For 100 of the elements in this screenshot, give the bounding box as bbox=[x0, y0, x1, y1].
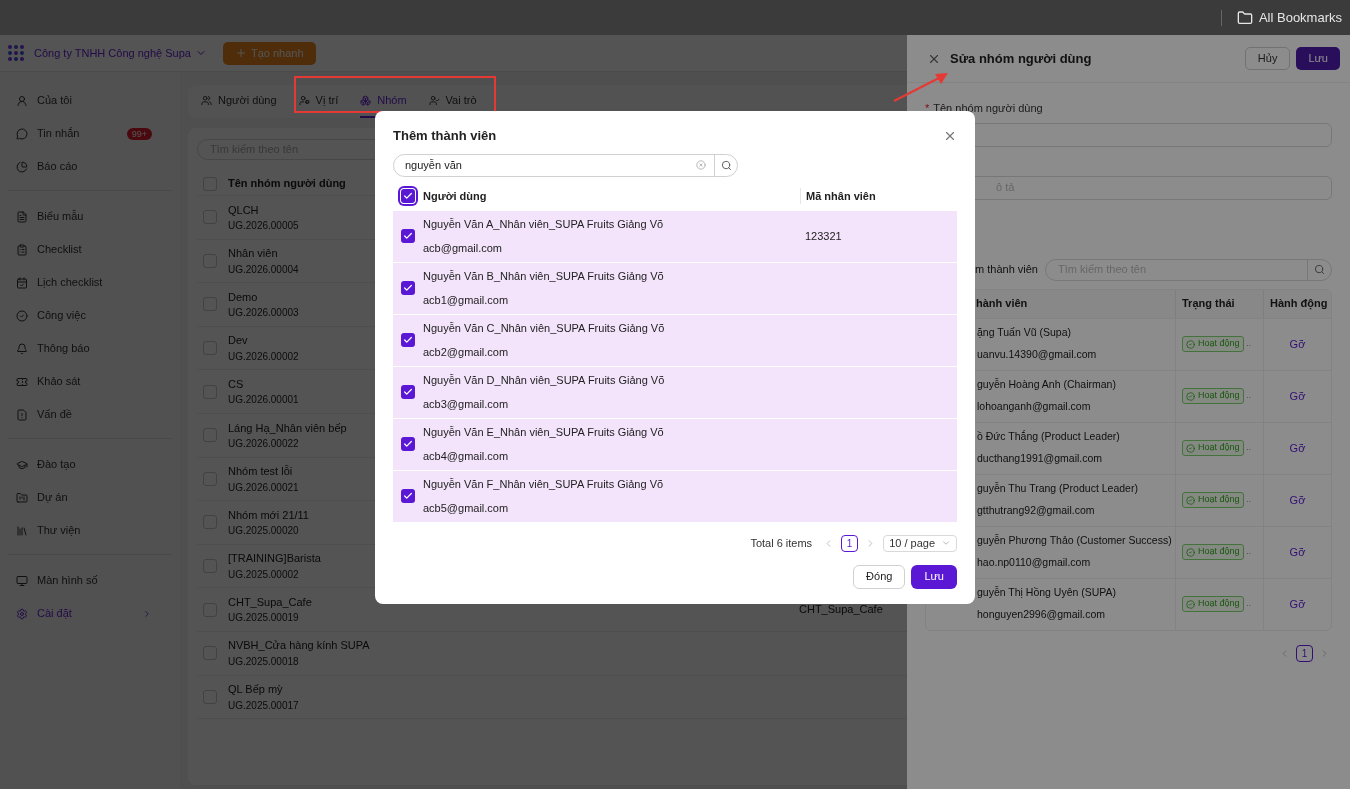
table-cell-text: CHT_Supa_Cafe bbox=[799, 602, 883, 618]
status-more: .. bbox=[1246, 546, 1251, 558]
member-name: ồ Đức Thắng (Product Leader) bbox=[977, 429, 1121, 445]
cancel-button[interactable]: Hủy bbox=[1244, 47, 1291, 70]
sidebar-label: Đào tạo bbox=[37, 457, 77, 473]
bell-icon bbox=[16, 342, 28, 355]
member-row[interactable]: Nguyễn Văn D_Nhân viên_SUPA Fruits Giảng Võ acb3@gmail.com bbox=[393, 365, 957, 418]
group-name: CS bbox=[228, 376, 244, 392]
status-tag: Hoạt động bbox=[1182, 388, 1244, 404]
quick-create-button[interactable]: Tạo nhanh bbox=[222, 41, 316, 65]
user-email: acb3@gmail.com bbox=[423, 396, 510, 412]
page-button[interactable]: 1 bbox=[1296, 644, 1313, 662]
sidebar-item[interactable]: Công việc bbox=[8, 299, 172, 332]
status-tag: Hoạt động bbox=[1182, 492, 1244, 508]
close-button[interactable]: Đóng bbox=[853, 564, 906, 589]
folder-icon bbox=[1236, 9, 1253, 26]
group-code: UG.2025.00002 bbox=[228, 567, 299, 582]
group-name: Dev bbox=[228, 333, 248, 349]
sidebar-label: Lịch checklist bbox=[37, 275, 104, 291]
sidebar-item[interactable]: Khảo sát bbox=[8, 365, 172, 398]
remove-link[interactable]: Gỡ bbox=[1289, 335, 1306, 353]
tab[interactable]: Vai trò bbox=[428, 85, 477, 118]
checkbox[interactable] bbox=[401, 489, 415, 503]
sidebar-item[interactable]: Thư viện bbox=[8, 514, 172, 547]
users-icon bbox=[201, 95, 212, 106]
check-circle-icon bbox=[1186, 495, 1195, 505]
annotation-arrow bbox=[893, 72, 949, 102]
sidebar-item[interactable]: Thông báo bbox=[8, 332, 172, 365]
group-name: [TRAINING]Barista bbox=[228, 551, 321, 567]
member-name: guyễn Hoàng Anh (Chairman) bbox=[977, 377, 1117, 393]
remove-link[interactable]: Gỡ bbox=[1289, 595, 1306, 613]
sidebar-item[interactable]: Của tôi bbox=[8, 84, 172, 117]
sidebar-item[interactable]: Biểu mẫu bbox=[8, 200, 172, 233]
pie-chart-icon bbox=[16, 160, 28, 173]
user-email: acb5@gmail.com bbox=[423, 500, 510, 516]
user-name: Nguyễn Văn B_Nhân viên_SUPA Fruits Giảng Võ bbox=[423, 269, 665, 284]
sidebar-item[interactable]: Cài đặt bbox=[8, 597, 172, 630]
checkbox[interactable] bbox=[401, 189, 415, 203]
check-icon bbox=[403, 191, 413, 201]
group-code: UG.2026.00004 bbox=[228, 262, 299, 277]
sidebar-label: Vấn đề bbox=[37, 407, 73, 423]
group-name: Nhân viên bbox=[228, 246, 278, 262]
member-row[interactable]: Nguyễn Văn C_Nhân viên_SUPA Fruits Giảng Võ acb2@gmail.com bbox=[393, 313, 957, 366]
page-button[interactable]: 1 bbox=[841, 534, 859, 552]
status-tag: Hoạt động bbox=[1182, 336, 1244, 352]
remove-link[interactable]: Gỡ bbox=[1289, 491, 1306, 509]
status-tag: Hoạt động bbox=[1182, 596, 1244, 612]
search-icon bbox=[720, 159, 732, 171]
user-gear-icon bbox=[298, 95, 310, 106]
sidebar-label: Dự án bbox=[37, 490, 69, 506]
sidebar-item[interactable]: Dự án bbox=[8, 481, 172, 514]
required-mark: * bbox=[925, 102, 930, 114]
tab[interactable]: Người dùng bbox=[201, 85, 277, 118]
sidebar-label: Của tôi bbox=[37, 93, 73, 109]
checkbox[interactable] bbox=[401, 333, 415, 347]
group-name: NVBH_Cửa hàng kính SUPA bbox=[228, 638, 370, 654]
member-row[interactable]: Nguyễn Văn A_Nhân viên_SUPA Fruits Giảng Võ acb@gmail.com 123321 bbox=[393, 209, 957, 262]
column-header: hành viên bbox=[975, 296, 1029, 312]
user-name: Nguyễn Văn E_Nhân viên_SUPA Fruits Giảng Võ bbox=[423, 425, 665, 440]
member-row[interactable]: Nguyễn Văn B_Nhân viên_SUPA Fruits Giảng Võ acb1@gmail.com bbox=[393, 261, 957, 314]
status-more: .. bbox=[1246, 494, 1251, 506]
sidebar-item[interactable]: Vấn đề bbox=[8, 398, 172, 431]
sidebar-item[interactable]: Tin nhắn 99+ bbox=[8, 117, 172, 150]
sidebar-label: Thông báo bbox=[37, 341, 91, 357]
remove-link[interactable]: Gỡ bbox=[1289, 387, 1306, 405]
group-name: QLCH bbox=[228, 202, 259, 218]
sidebar-item[interactable]: Lịch checklist bbox=[8, 266, 172, 299]
save-button[interactable]: Lưu bbox=[911, 564, 957, 589]
tab[interactable]: Vị trí bbox=[298, 85, 339, 118]
member-row[interactable]: Nguyễn Văn E_Nhân viên_SUPA Fruits Giảng Võ acb4@gmail.com bbox=[393, 417, 957, 470]
column-header: Mã nhân viên bbox=[800, 187, 876, 205]
clear-icon[interactable] bbox=[696, 160, 706, 170]
page-size-select[interactable]: 10 / page bbox=[883, 534, 957, 552]
bookmarks-button[interactable]: All Bookmarks bbox=[1236, 7, 1342, 28]
sidebar-item[interactable]: Đào tạo bbox=[8, 448, 172, 481]
checkbox[interactable] bbox=[401, 281, 415, 295]
employee-code: 123321 bbox=[805, 228, 842, 244]
group-code: UG.2025.00019 bbox=[228, 611, 299, 626]
user-name: Nguyễn Văn A_Nhân viên_SUPA Fruits Giảng Võ bbox=[423, 217, 665, 232]
checkbox[interactable] bbox=[401, 385, 415, 399]
sidebar-item[interactable]: Báo cáo bbox=[8, 150, 172, 183]
checkbox[interactable] bbox=[401, 229, 415, 243]
group-code: UG.2026.00001 bbox=[228, 393, 299, 408]
folder-icon bbox=[16, 491, 28, 504]
member-row[interactable]: Nguyễn Văn F_Nhân viên_SUPA Fruits Giảng Võ acb5@gmail.com bbox=[393, 469, 957, 522]
column-header: Hành động bbox=[1263, 289, 1331, 318]
sidebar-item[interactable]: Checklist bbox=[8, 233, 172, 266]
company-selector[interactable]: Công ty TNHH Công nghệ Supa bbox=[34, 44, 207, 62]
checkbox[interactable] bbox=[401, 437, 415, 451]
group-code: UG.2026.00005 bbox=[228, 219, 299, 234]
remove-link[interactable]: Gỡ bbox=[1289, 439, 1306, 457]
sidebar-label: Khảo sát bbox=[37, 374, 82, 390]
save-button[interactable]: Lưu bbox=[1296, 47, 1340, 70]
sidebar-label: Màn hình số bbox=[37, 573, 99, 589]
remove-link[interactable]: Gỡ bbox=[1289, 543, 1306, 561]
sidebar-item[interactable]: Màn hình số bbox=[8, 564, 172, 597]
sidebar-label: Tin nhắn bbox=[37, 126, 81, 142]
status-more: .. bbox=[1246, 598, 1251, 610]
warning-file-icon bbox=[16, 408, 28, 421]
member-email: honguyen2996@gmail.com bbox=[977, 607, 1106, 622]
